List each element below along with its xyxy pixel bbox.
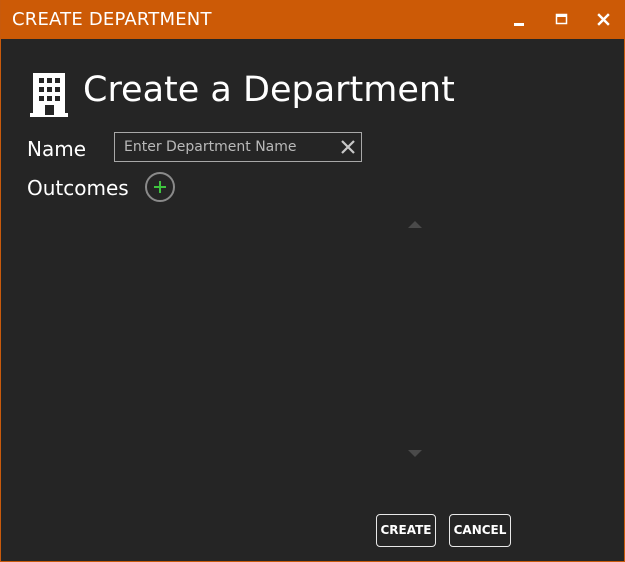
clear-icon[interactable] [339,138,357,156]
maximize-icon [555,13,568,25]
maximize-button[interactable] [546,0,576,39]
chevron-down-icon[interactable] [407,449,423,459]
plus-circle-icon [154,181,166,193]
cancel-button[interactable]: CANCEL [449,514,511,547]
add-outcome-button[interactable] [145,172,175,202]
department-name-field[interactable] [114,132,362,162]
close-icon [597,13,610,26]
create-button[interactable]: CREATE [376,514,436,547]
create-department-window: CREATE DEPARTMENT Create a Department Na… [0,0,625,562]
department-name-input[interactable] [115,133,330,161]
minimize-icon [514,23,524,26]
window-title: CREATE DEPARTMENT [12,9,212,30]
name-label: Name [27,137,87,161]
building-icon [30,73,68,117]
page-title: Create a Department [83,70,455,110]
chevron-up-icon[interactable] [407,219,423,229]
close-button[interactable] [588,0,618,39]
title-bar[interactable]: CREATE DEPARTMENT [1,0,625,39]
outcomes-label: Outcomes [27,176,129,200]
minimize-button[interactable] [504,0,534,39]
